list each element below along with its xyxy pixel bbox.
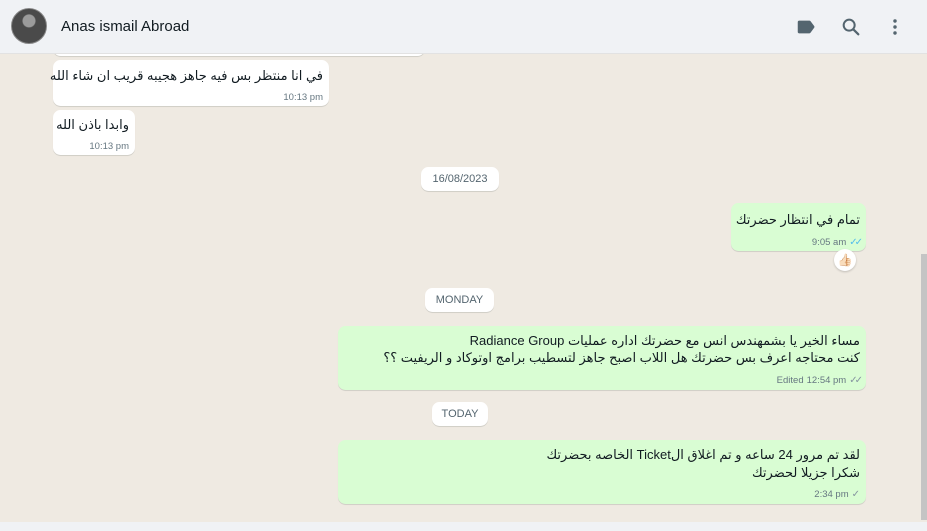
message-text: وابدا باذن الله (56, 117, 129, 132)
edited-label: Edited (776, 375, 804, 386)
partial-message-bubble (53, 54, 425, 56)
message-text: في انا منتظر بس فيه جاهز هجيبه قريب ان ش… (49, 68, 323, 83)
incoming-message[interactable]: وابدا باذن الله 10:13 pm (53, 110, 135, 155)
menu-icon[interactable] (884, 16, 906, 38)
sent-receipt-icon: ✓ (851, 489, 860, 500)
date-chip: TODAY (432, 402, 488, 426)
message-meta: Edited 12:54 pm ✓✓ (776, 375, 863, 386)
message-time: 10:13 pm (283, 92, 323, 103)
incoming-message[interactable]: في انا منتظر بس فيه جاهز هجيبه قريب ان ش… (49, 60, 329, 106)
message-time: 10:13 pm (89, 141, 129, 152)
contact-avatar[interactable] (11, 8, 47, 44)
delivered-receipt-icon: ✓✓ (849, 375, 863, 386)
message-time: 12:54 pm (806, 375, 847, 386)
message-time: 2:34 pm (814, 489, 849, 500)
date-chip: 16/08/2023 (421, 167, 499, 191)
label-icon[interactable] (795, 16, 817, 38)
date-chip: MONDAY (425, 288, 494, 312)
outgoing-message[interactable]: مساء الخير يا بشمهندس انس مع حضرتك اداره… (338, 326, 866, 390)
chat-header: Anas ismail Abroad (0, 0, 927, 54)
message-list[interactable]: في انا منتظر بس فيه جاهز هجيبه قريب ان ش… (0, 54, 927, 523)
message-line: كنت محتاجه اعرف بس حضرتك هل اللاب اصبح ج… (383, 350, 860, 365)
composer-edge (0, 522, 927, 531)
message-meta: 9:05 am ✓✓ (811, 237, 863, 248)
message-meta: 2:34 pm ✓ (814, 489, 860, 500)
outgoing-message[interactable]: لقد تم مرور 24 ساعه و تم اغلاق الTicket … (338, 440, 866, 504)
reaction-badge[interactable]: 👍🏻 (834, 249, 856, 271)
message-line: مساء الخير يا بشمهندس انس مع حضرتك اداره… (469, 333, 860, 348)
scrollbar[interactable] (921, 254, 927, 520)
message-line: لقد تم مرور 24 ساعه و تم اغلاق الTicket … (546, 447, 860, 462)
search-icon[interactable] (840, 16, 862, 38)
outgoing-message[interactable]: تمام في انتظار حضرتك 9:05 am ✓✓ (731, 203, 866, 251)
message-text: تمام في انتظار حضرتك (735, 212, 860, 227)
message-line: شكرا جزيلا لحضرتك (751, 465, 860, 480)
contact-name[interactable]: Anas ismail Abroad (61, 18, 189, 35)
message-time: 9:05 am (811, 237, 847, 248)
read-receipt-icon: ✓✓ (849, 237, 863, 248)
